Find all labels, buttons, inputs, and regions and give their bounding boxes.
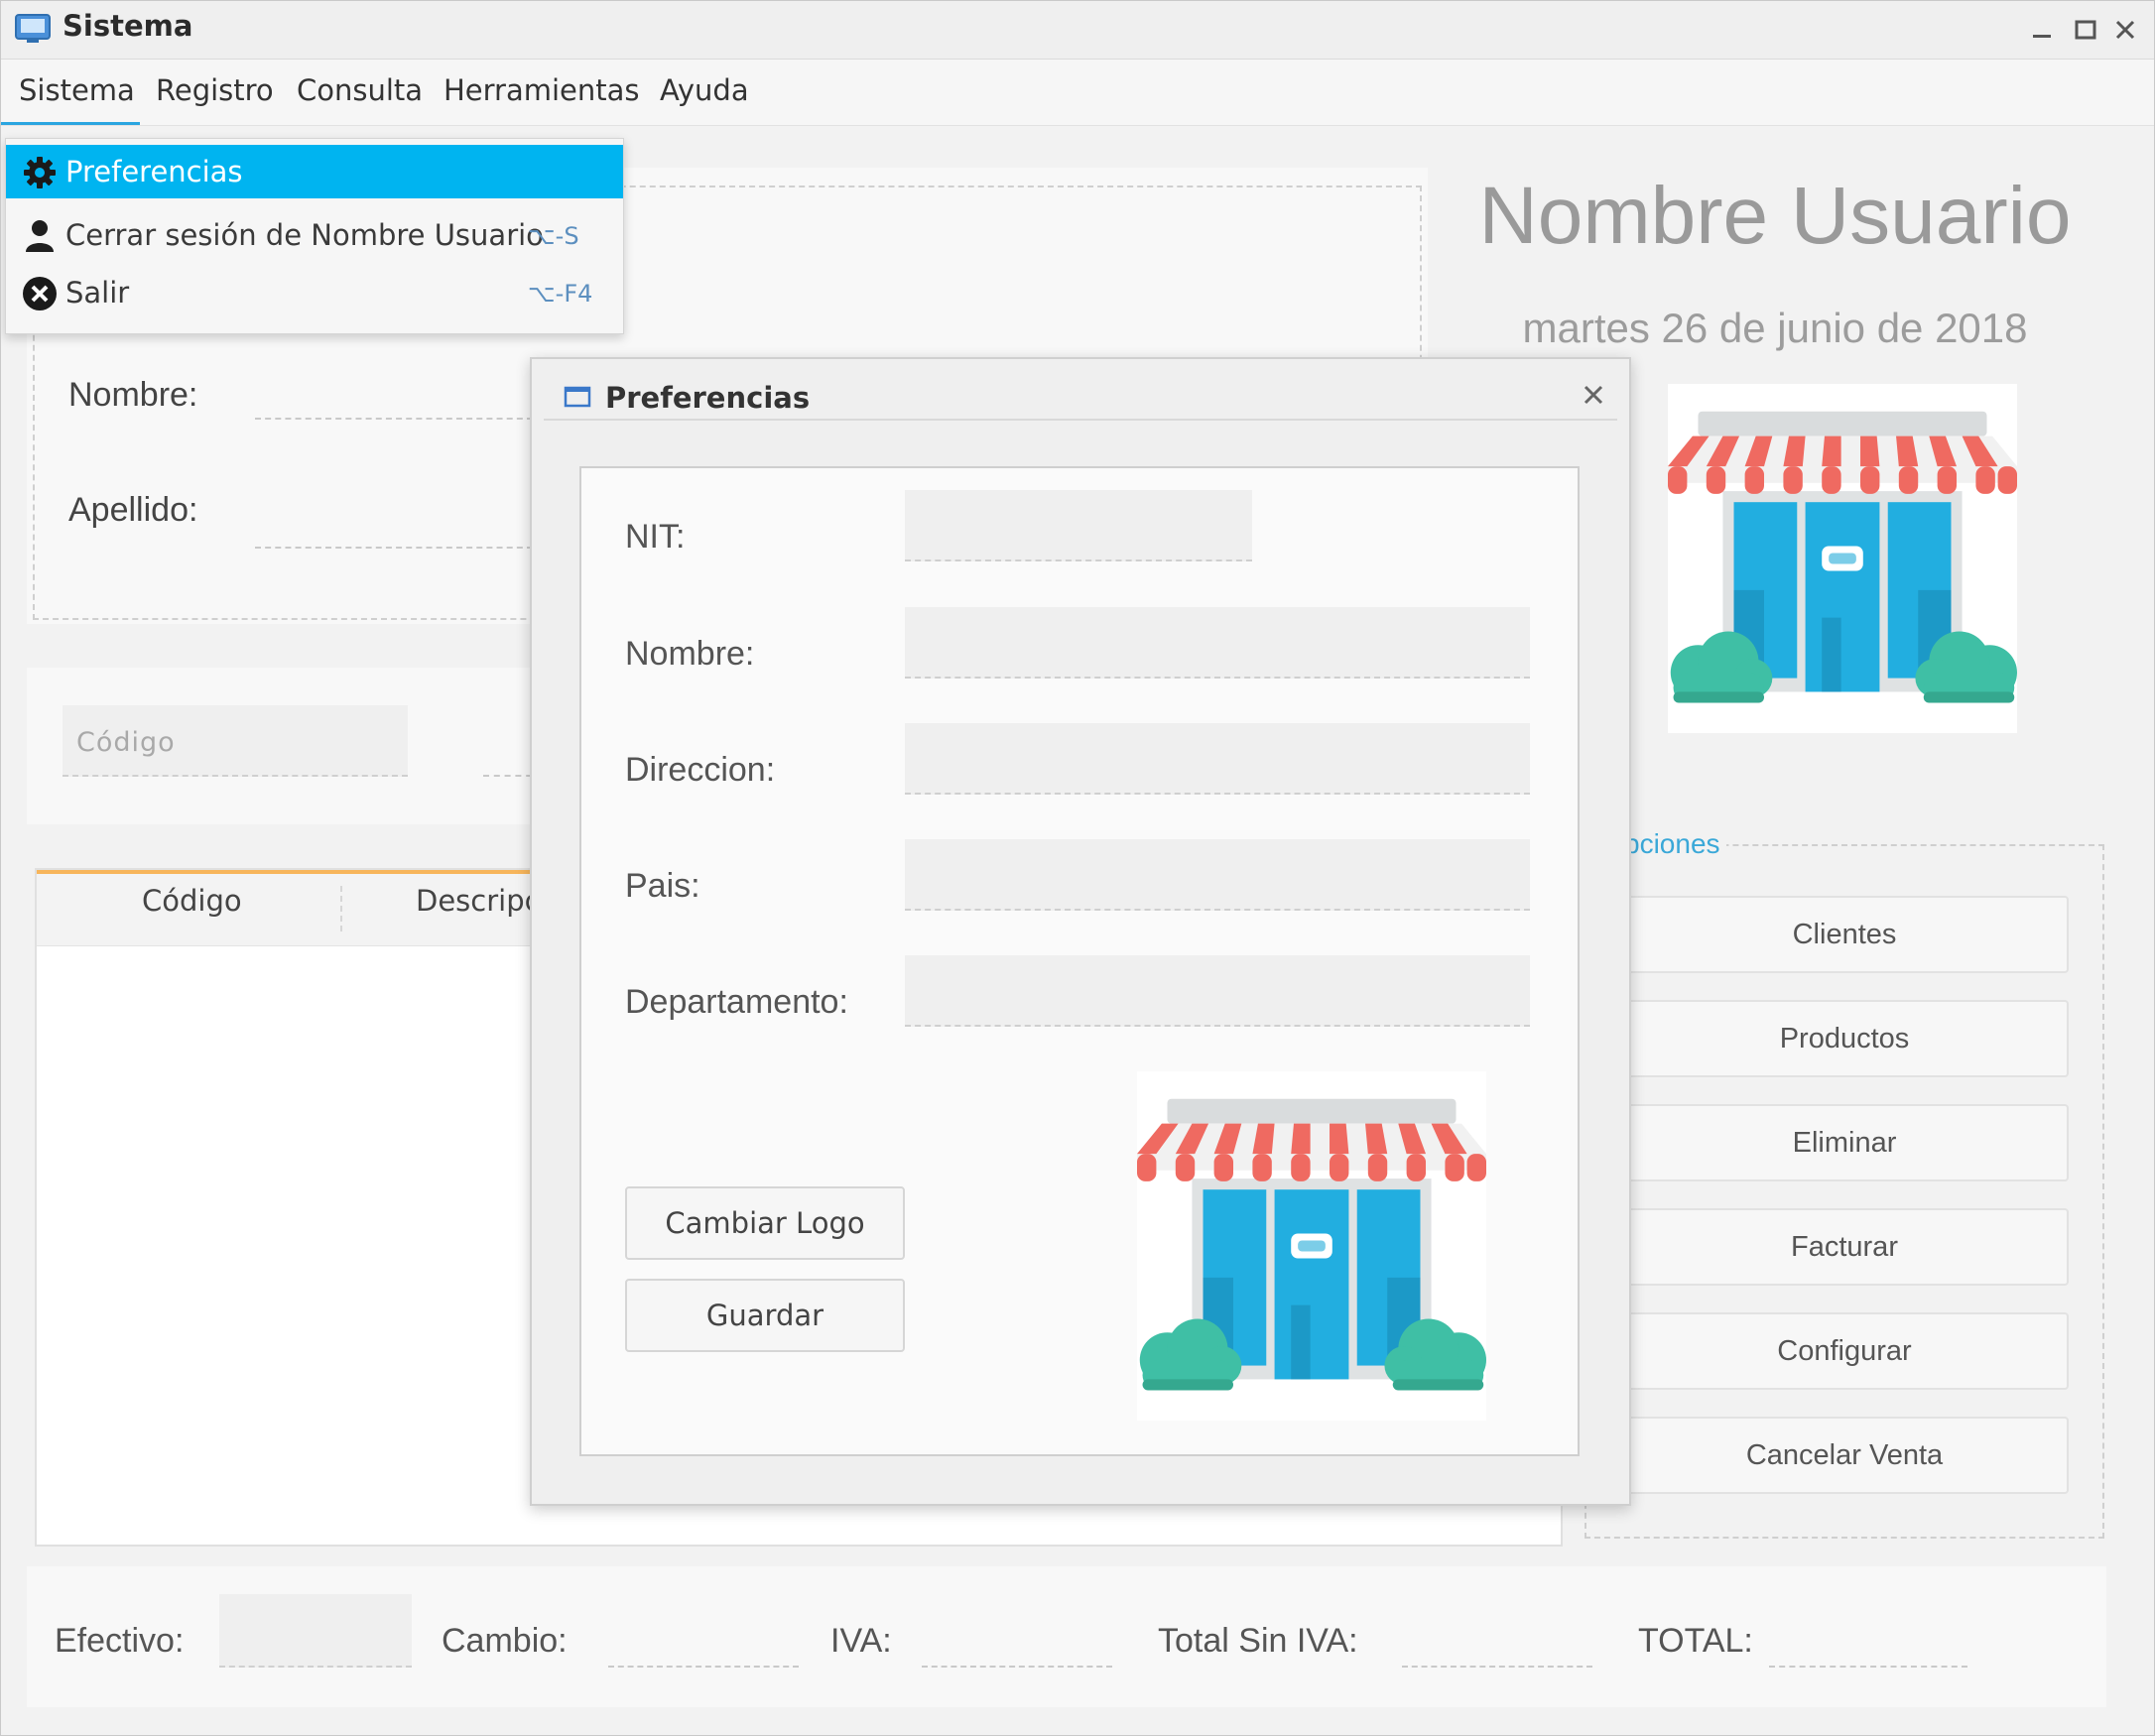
cancelar-venta-button[interactable]: Cancelar Venta <box>1620 1417 2069 1494</box>
total-label: TOTAL: <box>1638 1622 1753 1660</box>
nombre-empresa-label: Nombre: <box>625 635 755 673</box>
nombre-label: Nombre: <box>68 376 198 414</box>
menu-item-salir[interactable]: Salir ⌥-F4 <box>6 266 623 319</box>
departamento-label: Departamento: <box>625 983 848 1021</box>
save-button[interactable]: Guardar <box>625 1279 905 1352</box>
nit-label: NIT: <box>625 518 686 556</box>
menu-registro[interactable]: Registro <box>156 73 274 107</box>
column-divider <box>340 886 342 931</box>
codigo-input[interactable]: Código <box>63 705 408 777</box>
store-logo <box>1668 384 2017 733</box>
dialog-close-icon[interactable] <box>1580 381 1607 409</box>
pais-input[interactable] <box>905 839 1530 911</box>
nombre-field[interactable] <box>255 418 533 420</box>
gear-icon <box>24 157 56 188</box>
active-menu-indicator <box>1 122 140 125</box>
total-sin-iva-label: Total Sin IVA: <box>1158 1622 1358 1660</box>
departamento-input[interactable] <box>905 955 1530 1027</box>
productos-button[interactable]: Productos <box>1620 1000 2069 1077</box>
options-title: pciones <box>1618 828 1726 860</box>
configurar-button[interactable]: Configurar <box>1620 1312 2069 1390</box>
apellido-field[interactable] <box>255 547 533 549</box>
menu-item-shortcut: ⌥-S <box>528 222 579 250</box>
minimize-icon[interactable] <box>2025 13 2059 47</box>
pais-label: Pais: <box>625 867 700 905</box>
efectivo-input[interactable] <box>219 1594 412 1668</box>
window-icon <box>564 386 591 408</box>
user-name: Nombre Usuario <box>1478 171 2072 261</box>
cambio-field <box>608 1666 799 1668</box>
menu-sistema[interactable]: Sistema <box>19 73 135 107</box>
total-sin-iva-field <box>1402 1666 1592 1668</box>
window-title: Sistema <box>63 9 193 43</box>
iva-label: IVA: <box>830 1622 892 1660</box>
current-date: martes 26 de junio de 2018 <box>1522 305 2028 351</box>
menu-consulta[interactable]: Consulta <box>297 73 423 107</box>
user-icon <box>26 220 54 252</box>
eliminar-button[interactable]: Eliminar <box>1620 1104 2069 1181</box>
close-circle-icon <box>23 277 57 310</box>
maximize-icon[interactable] <box>2069 13 2102 47</box>
dialog-title: Preferencias <box>605 381 811 415</box>
table-header-codigo[interactable]: Código <box>142 884 242 918</box>
direccion-label: Direccion: <box>625 751 776 789</box>
menu-item-label: Cerrar sesión de Nombre Usuario <box>65 218 544 252</box>
direccion-input[interactable] <box>905 723 1530 795</box>
close-icon[interactable] <box>2108 13 2142 47</box>
menu-item-label: Preferencias <box>65 155 243 188</box>
menu-herramientas[interactable]: Herramientas <box>444 73 640 107</box>
codigo-placeholder: Código <box>76 727 176 758</box>
apellido-label: Apellido: <box>68 491 198 529</box>
nombre-empresa-input[interactable] <box>905 607 1530 679</box>
iva-field <box>922 1666 1112 1668</box>
menu-item-cerrar-sesion[interactable]: Cerrar sesión de Nombre Usuario ⌥-S <box>6 208 623 262</box>
efectivo-label: Efectivo: <box>55 1622 185 1660</box>
facturar-button[interactable]: Facturar <box>1620 1208 2069 1286</box>
menu-item-label: Salir <box>65 276 130 310</box>
store-logo-preview <box>1137 1071 1486 1421</box>
menu-ayuda[interactable]: Ayuda <box>660 73 749 107</box>
dialog-title-bar: Preferencias <box>544 367 1617 421</box>
menu-item-preferencias[interactable]: Preferencias <box>6 145 623 198</box>
menu-item-shortcut: ⌥-F4 <box>528 280 593 308</box>
dialog-content: NIT: Nombre: Direccion: Pais: Departamen… <box>579 466 1580 1456</box>
menu-bar: Sistema Registro Consulta Herramientas A… <box>1 60 2154 126</box>
main-window: Sistema Sistema Registro Consulta Herram… <box>0 0 2155 1736</box>
sistema-dropdown-menu: Preferencias Cerrar sesión de Nombre Usu… <box>5 138 624 334</box>
cambio-label: Cambio: <box>442 1622 568 1660</box>
title-bar: Sistema <box>1 1 2154 60</box>
app-icon <box>15 14 51 43</box>
preferences-dialog: Preferencias NIT: Nombre: Direccion: Pai… <box>530 357 1631 1506</box>
change-logo-button[interactable]: Cambiar Logo <box>625 1186 905 1260</box>
nit-input[interactable] <box>905 490 1252 561</box>
clientes-button[interactable]: Clientes <box>1620 896 2069 973</box>
table-header-descripcion[interactable]: Descripc <box>416 884 541 918</box>
total-field <box>1769 1666 1967 1668</box>
